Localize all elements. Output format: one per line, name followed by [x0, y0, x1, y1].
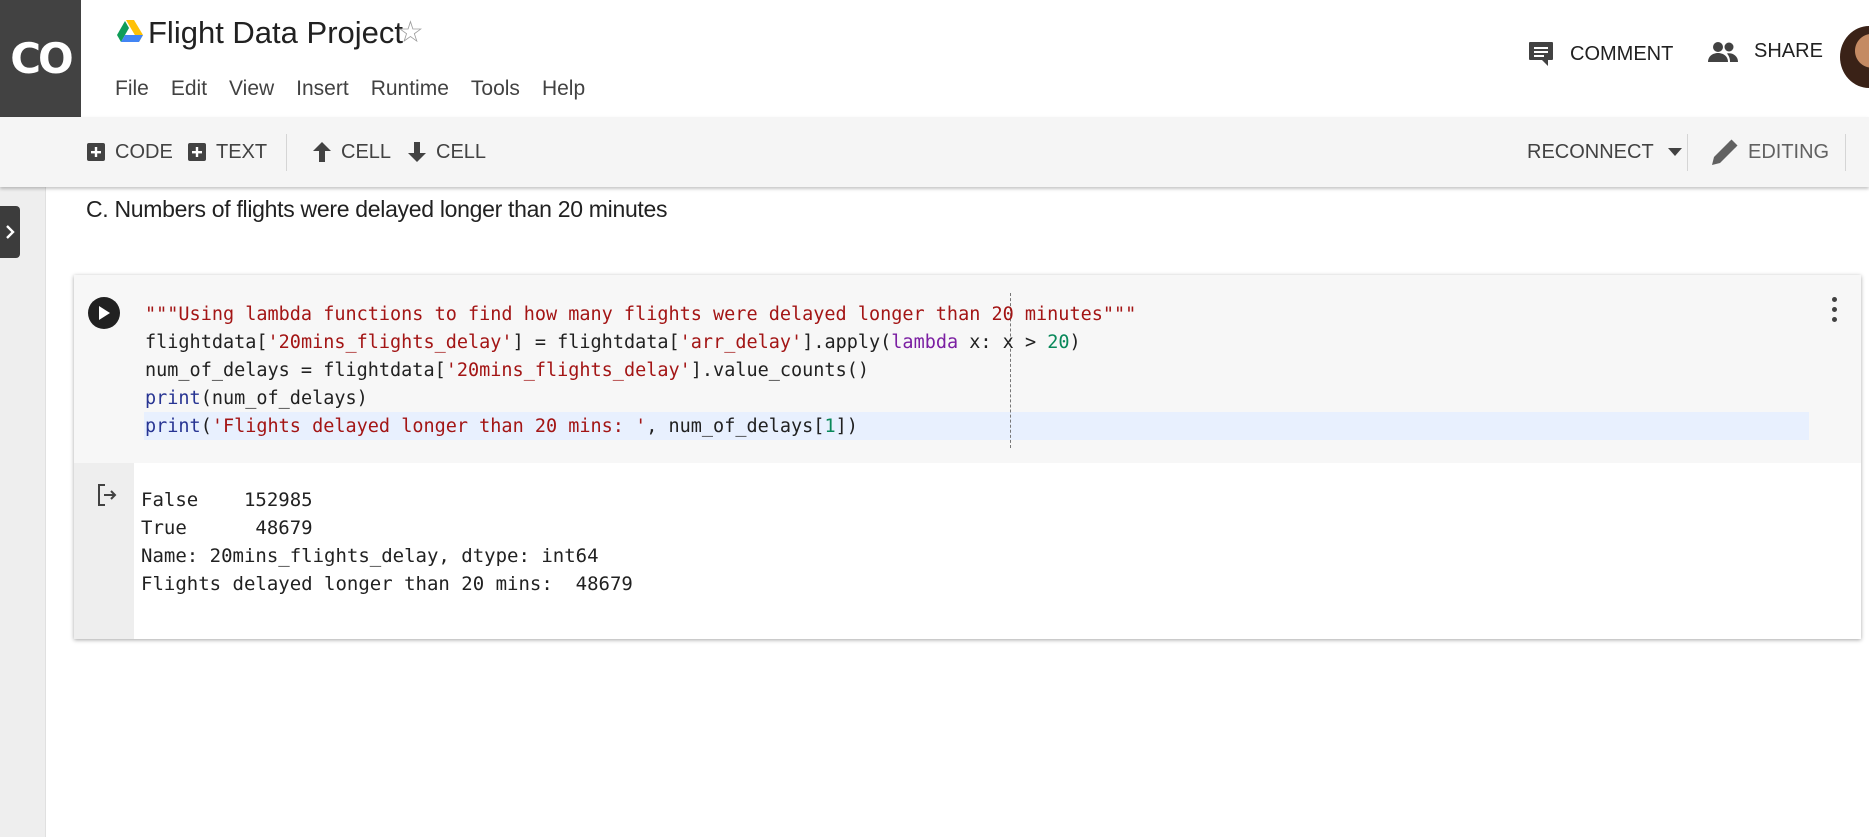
output-line: True 48679	[141, 517, 313, 539]
chevron-right-icon	[6, 225, 15, 239]
add-box-icon	[87, 143, 105, 161]
reconnect-button[interactable]: RECONNECT	[1527, 117, 1682, 187]
code-token: )	[1069, 332, 1081, 353]
code-token: 'Flights delayed longer than 20 mins: '	[211, 416, 647, 437]
people-icon	[1708, 41, 1738, 62]
cell-output: False 152985 True 48679 Name: 20mins_fligh…	[74, 463, 1861, 639]
code-token: print	[145, 416, 201, 437]
cell-down-label: CELL	[436, 140, 487, 163]
run-cell-button[interactable]	[88, 297, 120, 329]
menu-tools[interactable]: Tools	[460, 76, 531, 102]
code-cell[interactable]: """Using lambda functions to find how ma…	[74, 275, 1861, 639]
menu-view[interactable]: View	[218, 76, 285, 102]
colab-logo[interactable]: CO	[0, 0, 81, 117]
code-token: (num_of_delays)	[200, 388, 368, 409]
add-code-button[interactable]: CODE	[87, 117, 173, 187]
output-line: Name: 20mins_flights_delay, dtype: int64	[141, 545, 599, 567]
code-token: flightdata[	[145, 332, 268, 353]
menu-help[interactable]: Help	[531, 76, 596, 102]
toolbar: CODE TEXT CELL CELL RECONNECT EDITING	[0, 117, 1869, 187]
pencil-icon	[1712, 139, 1738, 165]
arrow-down-icon	[408, 142, 426, 162]
code-token: ])	[835, 416, 858, 437]
editing-label: EDITING	[1748, 140, 1830, 163]
comment-icon	[1529, 42, 1553, 66]
output-exit-icon[interactable]	[96, 483, 118, 507]
menu-bar: File Edit View Insert Runtime Tools Help	[115, 76, 596, 102]
comment-button[interactable]: COMMENT	[1528, 40, 1673, 68]
add-text-button[interactable]: TEXT	[188, 117, 267, 187]
menu-edit[interactable]: Edit	[160, 76, 218, 102]
cell-up-label: CELL	[341, 140, 392, 163]
reconnect-label: RECONNECT	[1527, 140, 1654, 163]
google-drive-icon[interactable]	[117, 20, 143, 44]
text-cell[interactable]: C. Numbers of flights were delayed longe…	[86, 196, 668, 223]
code-line: print('Flights delayed longer than 20 mi…	[145, 413, 1136, 441]
arrow-up-icon	[313, 142, 331, 162]
code-token: 'arr_delay'	[679, 332, 803, 353]
code-token: , num_of_delays[	[646, 416, 825, 437]
code-line: """Using lambda functions to find how ma…	[145, 301, 1136, 329]
code-token: num_of_delays = flightdata[	[145, 360, 446, 381]
share-button[interactable]: SHARE	[1708, 40, 1823, 63]
code-line: num_of_delays = flightdata['20mins_fligh…	[145, 357, 1136, 385]
output-line: Flights delayed longer than 20 mins: 486…	[141, 573, 633, 595]
output-line: False 152985	[141, 489, 313, 511]
code-token: ].value_counts()	[690, 360, 869, 381]
left-side-rail	[0, 187, 46, 837]
move-cell-up-button[interactable]: CELL	[313, 117, 391, 187]
app-header: CO Flight Data Project ☆ File Edit View …	[0, 0, 1869, 117]
menu-runtime[interactable]: Runtime	[360, 76, 460, 102]
code-editor[interactable]: """Using lambda functions to find how ma…	[74, 275, 1861, 463]
output-text: False 152985 True 48679 Name: 20mins_fligh…	[141, 483, 633, 595]
comment-label: COMMENT	[1570, 42, 1674, 65]
menu-insert[interactable]: Insert	[285, 76, 360, 102]
code-token: ] = flightdata[	[512, 332, 680, 353]
toolbar-divider	[286, 134, 287, 171]
code-token: x: x >	[958, 332, 1048, 353]
code-token: lambda	[891, 332, 959, 353]
toolbar-divider	[1845, 134, 1846, 171]
add-text-label: TEXT	[216, 140, 268, 163]
star-outline-icon[interactable]: ☆	[397, 16, 424, 50]
code-token: ].apply(	[802, 332, 892, 353]
code-token: print	[145, 388, 201, 409]
code-token: 20	[1047, 332, 1070, 353]
more-vert-icon[interactable]	[1828, 297, 1840, 331]
menu-file[interactable]: File	[115, 76, 160, 102]
code-line: print(num_of_delays)	[145, 385, 1136, 413]
add-code-label: CODE	[115, 140, 173, 163]
code-token: (	[200, 416, 212, 437]
notebook-title[interactable]: Flight Data Project	[148, 15, 403, 51]
user-avatar[interactable]	[1840, 26, 1869, 88]
expand-sidebar-button[interactable]	[0, 206, 20, 258]
toolbar-divider	[1687, 134, 1688, 171]
code-line: flightdata['20mins_flights_delay'] = fli…	[145, 329, 1136, 357]
code-token: """Using lambda functions to find how ma…	[145, 304, 1137, 325]
editing-mode-button[interactable]: EDITING	[1712, 117, 1829, 187]
play-icon	[99, 306, 110, 320]
code-token: '20mins_flights_delay'	[445, 360, 691, 381]
move-cell-down-button[interactable]: CELL	[408, 117, 486, 187]
output-gutter	[74, 463, 134, 639]
add-box-icon	[188, 143, 206, 161]
code-token: '20mins_flights_delay'	[267, 332, 513, 353]
code-text[interactable]: """Using lambda functions to find how ma…	[145, 301, 1136, 441]
share-label: SHARE	[1754, 40, 1823, 62]
caret-down-icon	[1667, 148, 1682, 156]
code-token: 1	[824, 416, 836, 437]
